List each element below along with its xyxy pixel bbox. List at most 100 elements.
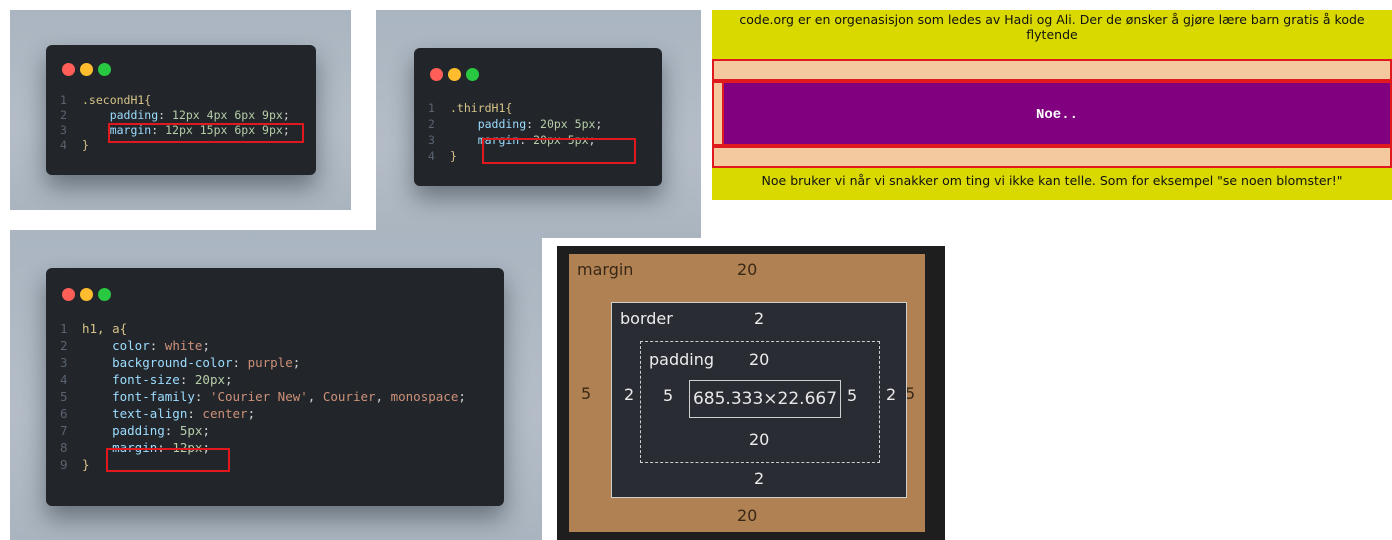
code-token: :: [164, 423, 180, 438]
code-token: 12px 4px 6px 9px: [172, 108, 283, 122]
code-line: 4 font-size: 20px;: [60, 371, 466, 388]
window-controls: [62, 63, 116, 77]
minimize-dot-icon: [80, 288, 93, 301]
code-token: ;: [595, 117, 603, 131]
code-token: ,: [307, 389, 323, 404]
screenshot-second-h1: 1 .secondH1{ 2 padding: 12px 4px 6px 9px; 3…: [10, 10, 351, 210]
code-token: :: [158, 108, 173, 122]
line-number: 3: [60, 123, 67, 137]
box-model-padding: padding 20 5 5 20 685.333×22.667: [640, 341, 880, 463]
close-dot-icon: [430, 68, 443, 81]
close-dot-icon: [62, 63, 75, 76]
code-line: 1 .secondH1{: [60, 93, 290, 108]
padding-right-value: 5: [847, 386, 858, 405]
code-token: Courier: [322, 389, 376, 404]
line-number: 4: [428, 149, 435, 163]
minimize-dot-icon: [448, 68, 461, 81]
margin-highlight-box: [482, 138, 636, 164]
code-token: :: [187, 406, 203, 421]
paragraph-top: code.org er en orgenasisjon som ledes av…: [712, 10, 1392, 59]
code-editor-window: 1 h1, a{2 color: white; 3 background-color…: [46, 268, 504, 506]
line-number: 2: [60, 108, 67, 122]
code-line: 2 padding: 20px 5px;: [428, 116, 602, 132]
line-number: 4: [60, 138, 67, 152]
code-token: .secondH1{: [82, 93, 152, 107]
code-token: :: [232, 355, 248, 370]
margin-left-value: 5: [581, 384, 592, 403]
code-token: text-align: [82, 406, 188, 421]
code-token: padding: [450, 117, 527, 131]
rendered-page-preview: code.org er en orgenasisjon som ledes av…: [712, 10, 1392, 200]
box-model-content-size: 685.333×22.667: [689, 380, 841, 418]
code-token: ;: [202, 423, 210, 438]
code-token: white: [164, 338, 203, 353]
code-line: 1 .thirdH1{: [428, 100, 602, 116]
margin-highlight-bottom: [712, 146, 1392, 168]
code-editor-window: 1 .thirdH1{2 padding: 20px 5px; 3 margin: …: [414, 48, 662, 186]
window-controls: [62, 288, 116, 302]
code-token: 20px 5px: [540, 117, 596, 131]
code-token: :: [149, 338, 165, 353]
code-token: ;: [458, 389, 466, 404]
line-number: 3: [428, 133, 435, 147]
code-token: ;: [282, 108, 290, 122]
paragraph-bottom: Noe bruker vi når vi snakker om ting vi …: [712, 168, 1392, 200]
code-token: 20px: [194, 372, 226, 387]
code-editor-window: 1 .secondH1{ 2 padding: 12px 4px 6px 9px; 3…: [46, 45, 316, 175]
code-token: }: [450, 149, 457, 163]
code-line: 1 h1, a{: [60, 320, 466, 337]
code-token: :: [526, 117, 541, 131]
border-bottom-value: 2: [754, 469, 765, 488]
code-token: monospace: [390, 389, 459, 404]
code-line: 3 background-color: purple;: [60, 354, 466, 371]
code-line: 5 font-family: 'Courier New', Courier, m…: [60, 388, 466, 405]
maximize-dot-icon: [98, 288, 111, 301]
code-token: purple: [247, 355, 293, 370]
line-number: 1: [428, 101, 435, 115]
close-dot-icon: [62, 288, 75, 301]
code-token: ,: [375, 389, 391, 404]
margin-top-value: 20: [737, 260, 758, 279]
line-number: 5: [60, 389, 68, 404]
code-token: color: [82, 338, 150, 353]
screenshot-third-h1: 1 .thirdH1{2 padding: 20px 5px; 3 margin: …: [376, 10, 701, 238]
margin-highlight-box: [108, 123, 304, 143]
code-token: 5px: [179, 423, 203, 438]
margin-label: margin: [577, 260, 634, 279]
line-number: 6: [60, 406, 68, 421]
margin-highlight-box: [106, 448, 230, 472]
border-left-value: 2: [624, 385, 635, 404]
code-token: ;: [202, 338, 210, 353]
line-number: 3: [60, 355, 68, 370]
code-token: font-family: [82, 389, 195, 404]
code-token: background-color: [82, 355, 233, 370]
box-model-border: border 2 2 2 2 padding 20 5 5 20 685.333…: [611, 302, 907, 498]
line-number: 7: [60, 423, 68, 438]
code-line: 6 text-align: center;: [60, 405, 466, 422]
maximize-dot-icon: [466, 68, 479, 81]
code-token: ;: [225, 372, 233, 387]
padding-left-value: 5: [663, 386, 674, 405]
minimize-dot-icon: [80, 63, 93, 76]
code-line: 2 color: white;: [60, 337, 466, 354]
line-number: 1: [60, 93, 67, 107]
code-token: font-size: [82, 372, 180, 387]
line-number: 4: [60, 372, 68, 387]
code-token: }: [82, 138, 89, 152]
padding-top-value: 20: [749, 350, 770, 369]
padding-bottom-value: 20: [749, 430, 770, 449]
margin-highlight-top: [712, 59, 1392, 81]
code-token: .thirdH1{: [450, 101, 513, 115]
screenshot-h1-a: 1 h1, a{2 color: white; 3 background-color…: [10, 230, 542, 540]
code-token: padding: [82, 423, 165, 438]
code-token: padding: [82, 108, 159, 122]
line-number: 8: [60, 440, 68, 455]
code-token: ;: [247, 406, 256, 421]
maximize-dot-icon: [98, 63, 111, 76]
border-label: border: [620, 309, 673, 328]
code-token: ;: [292, 355, 301, 370]
line-number: 9: [60, 457, 68, 472]
code-token: h1, a{: [82, 321, 128, 336]
code-token: center: [202, 406, 248, 421]
code-token: 'Courier New': [209, 389, 308, 404]
